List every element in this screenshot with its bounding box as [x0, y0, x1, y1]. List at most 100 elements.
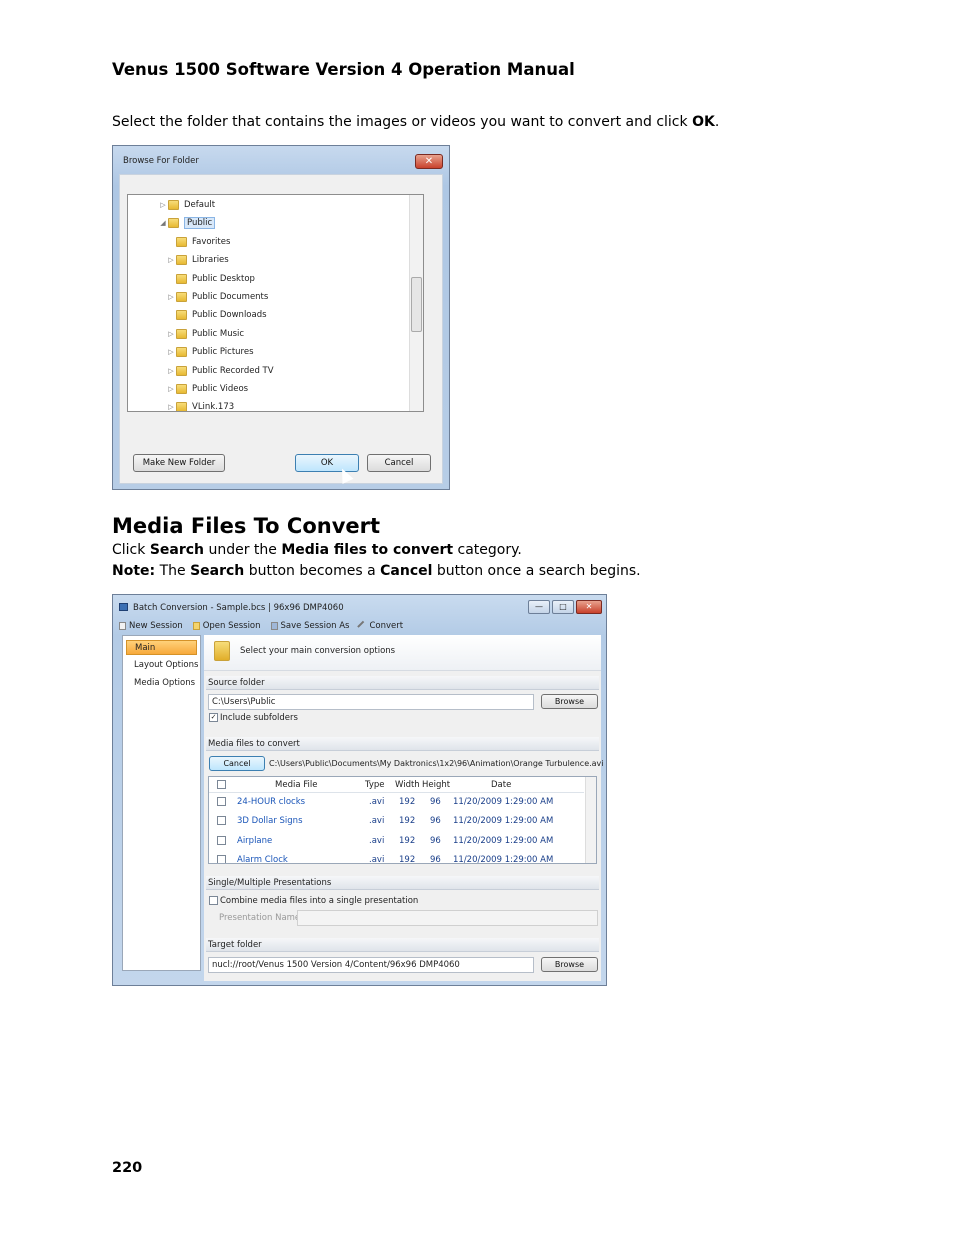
tree-item-label: Libraries [192, 255, 229, 266]
section-title: Media Files To Convert [112, 514, 381, 538]
tree-item-label: VLink.173 [192, 402, 235, 412]
col-width[interactable]: Width [395, 780, 420, 790]
tree-item[interactable]: ▷ Public Documents [166, 289, 268, 305]
tree-item[interactable]: ▷ VLink.173 [166, 399, 235, 412]
tree-item[interactable]: ▷ Public Recorded TV [166, 363, 274, 379]
include-subfolders-checkbox[interactable]: ✓ [209, 713, 218, 722]
row-checkbox[interactable] [217, 854, 226, 863]
folder-icon [176, 328, 187, 339]
table-row[interactable]: 24-HOUR clocks .avi 192 96 11/20/2009 1:29:0… [209, 794, 584, 813]
open-session-button[interactable]: Open Session [192, 621, 261, 631]
col-media-file[interactable]: Media File [275, 780, 317, 790]
folder-icon [176, 255, 187, 266]
tree-item-label: Public [184, 217, 216, 230]
expander-icon[interactable]: ▷ [166, 293, 176, 301]
table-row[interactable]: 3D Dollar Signs .avi 192 96 11/20/2009 1:29:… [209, 813, 584, 832]
bold-media-files: Media files to convert [281, 542, 454, 558]
browse-for-folder-dialog: Browse For Folder ✕ ▷ Default ◢ Public Favor… [112, 145, 450, 490]
new-session-button[interactable]: New Session [119, 621, 183, 631]
instruction-paragraph: Select the folder that contains the imag… [112, 114, 719, 130]
para-text: under the [204, 542, 282, 558]
media-cancel-button[interactable]: Cancel [209, 756, 265, 771]
tree-item[interactable]: ◢ Public [158, 215, 216, 231]
cell-height: 96 [430, 816, 441, 827]
include-subfolders-label: Include subfolders [220, 713, 298, 723]
maximize-icon[interactable]: □ [552, 600, 574, 614]
cell-height: 96 [430, 797, 441, 807]
cell-name[interactable]: Alarm Clock [237, 855, 288, 863]
table-row[interactable]: Airplane .avi 192 96 11/20/2009 1:29:00 AM [209, 833, 584, 852]
col-date[interactable]: Date [491, 780, 511, 790]
combine-checkbox[interactable] [209, 896, 218, 905]
banner-text: Select your main conversion options [240, 646, 396, 656]
source-browse-button[interactable]: Browse [541, 694, 598, 709]
close-icon[interactable]: ✕ [576, 600, 602, 614]
tree-item[interactable]: Public Downloads [166, 307, 267, 323]
nav-item-layout-options[interactable]: Layout Options [126, 658, 198, 673]
save-session-as-button[interactable]: Save Session As [270, 621, 349, 631]
main-options-panel: Select your main conversion options Sour… [204, 635, 604, 981]
expander-icon[interactable]: ◢ [158, 219, 168, 227]
media-files-header: Media files to convert [206, 737, 599, 751]
target-browse-button[interactable]: Browse [541, 957, 598, 972]
make-new-folder-button[interactable]: Make New Folder [133, 454, 225, 472]
cell-width: 192 [399, 835, 416, 846]
expander-icon[interactable]: ▷ [166, 385, 176, 393]
cancel-button[interactable]: Cancel [367, 454, 431, 472]
include-subfolders-option[interactable]: ✓ Include subfolders [209, 713, 298, 723]
tree-item-label: Public Documents [192, 292, 269, 302]
scrollbar-thumb[interactable] [411, 277, 422, 332]
row-checkbox[interactable] [217, 816, 226, 826]
para-text-end: . [714, 114, 720, 130]
folder-icon [176, 402, 187, 411]
tree-item[interactable]: Public Desktop [166, 271, 255, 287]
folder-icon [176, 292, 187, 302]
expander-icon[interactable]: ▷ [166, 403, 176, 411]
col-height[interactable]: Height [422, 780, 450, 790]
source-folder-input[interactable]: C:\Users\Public [208, 694, 534, 710]
tree-item[interactable]: ▷ Libraries [166, 252, 229, 268]
expander-icon[interactable]: ▷ [166, 367, 176, 375]
expander-icon[interactable]: ▷ [166, 256, 176, 264]
tree-item[interactable]: ▷ Public Videos [166, 381, 248, 397]
table-row[interactable]: Alarm Clock .avi 192 96 11/20/2009 1:29:00 A… [209, 852, 584, 863]
table-scrollbar[interactable] [585, 777, 596, 863]
cell-name[interactable]: 3D Dollar Signs [237, 816, 303, 826]
expander-icon[interactable]: ▷ [166, 330, 176, 338]
target-folder-input[interactable]: nucl://root/Venus 1500 Version 4/Content… [208, 957, 534, 973]
col-type[interactable]: Type [365, 780, 385, 790]
select-all-checkbox[interactable] [217, 780, 226, 789]
folder-icon [168, 200, 179, 210]
nav-item-main[interactable]: Main [126, 640, 197, 655]
tree-item[interactable]: ▷ Default [158, 197, 215, 213]
cell-width: 192 [399, 816, 416, 827]
tree-item[interactable]: ▷ Public Music [166, 326, 244, 342]
folder-tree[interactable]: ▷ Default ◢ Public Favorites ▷ Libraries Public… [127, 194, 424, 412]
expander-icon[interactable]: ▷ [166, 348, 176, 356]
note-paragraph: Note: The Search button becomes a Cancel… [112, 563, 641, 579]
cell-name[interactable]: Airplane [237, 836, 272, 846]
toolbar-label: Open Session [202, 621, 261, 631]
tree-scrollbar[interactable] [409, 195, 423, 411]
presentation-name-label: Presentation Name [219, 913, 301, 923]
minimize-icon[interactable]: — [528, 600, 550, 614]
expander-icon[interactable]: ▷ [158, 201, 168, 209]
search-instruction: Click Search under the Media files to co… [112, 542, 522, 558]
presentations-header: Single/Multiple Presentations [206, 876, 599, 890]
tree-item-label: Public Videos [192, 384, 249, 394]
left-navigation: Main Layout Options Media Options [122, 635, 201, 971]
toolbar-label: Convert [369, 621, 404, 631]
nav-item-media-options[interactable]: Media Options [126, 676, 197, 691]
para-text: The [155, 563, 191, 579]
presentation-name-input[interactable] [297, 910, 598, 926]
window-controls: — □ ✕ [528, 600, 602, 614]
convert-button[interactable]: Convert [357, 620, 404, 632]
row-checkbox[interactable] [217, 835, 226, 845]
tree-item[interactable]: ▷ Public Pictures [166, 344, 254, 360]
combine-option[interactable]: Combine media files into a single presen… [209, 896, 418, 906]
row-checkbox[interactable] [217, 797, 226, 806]
cell-name[interactable]: 24-HOUR clocks [237, 797, 305, 807]
tree-item[interactable]: Favorites [166, 234, 230, 250]
close-icon[interactable]: ✕ [415, 154, 443, 169]
cell-date: 11/20/2009 1:29:00 AM [453, 797, 554, 807]
